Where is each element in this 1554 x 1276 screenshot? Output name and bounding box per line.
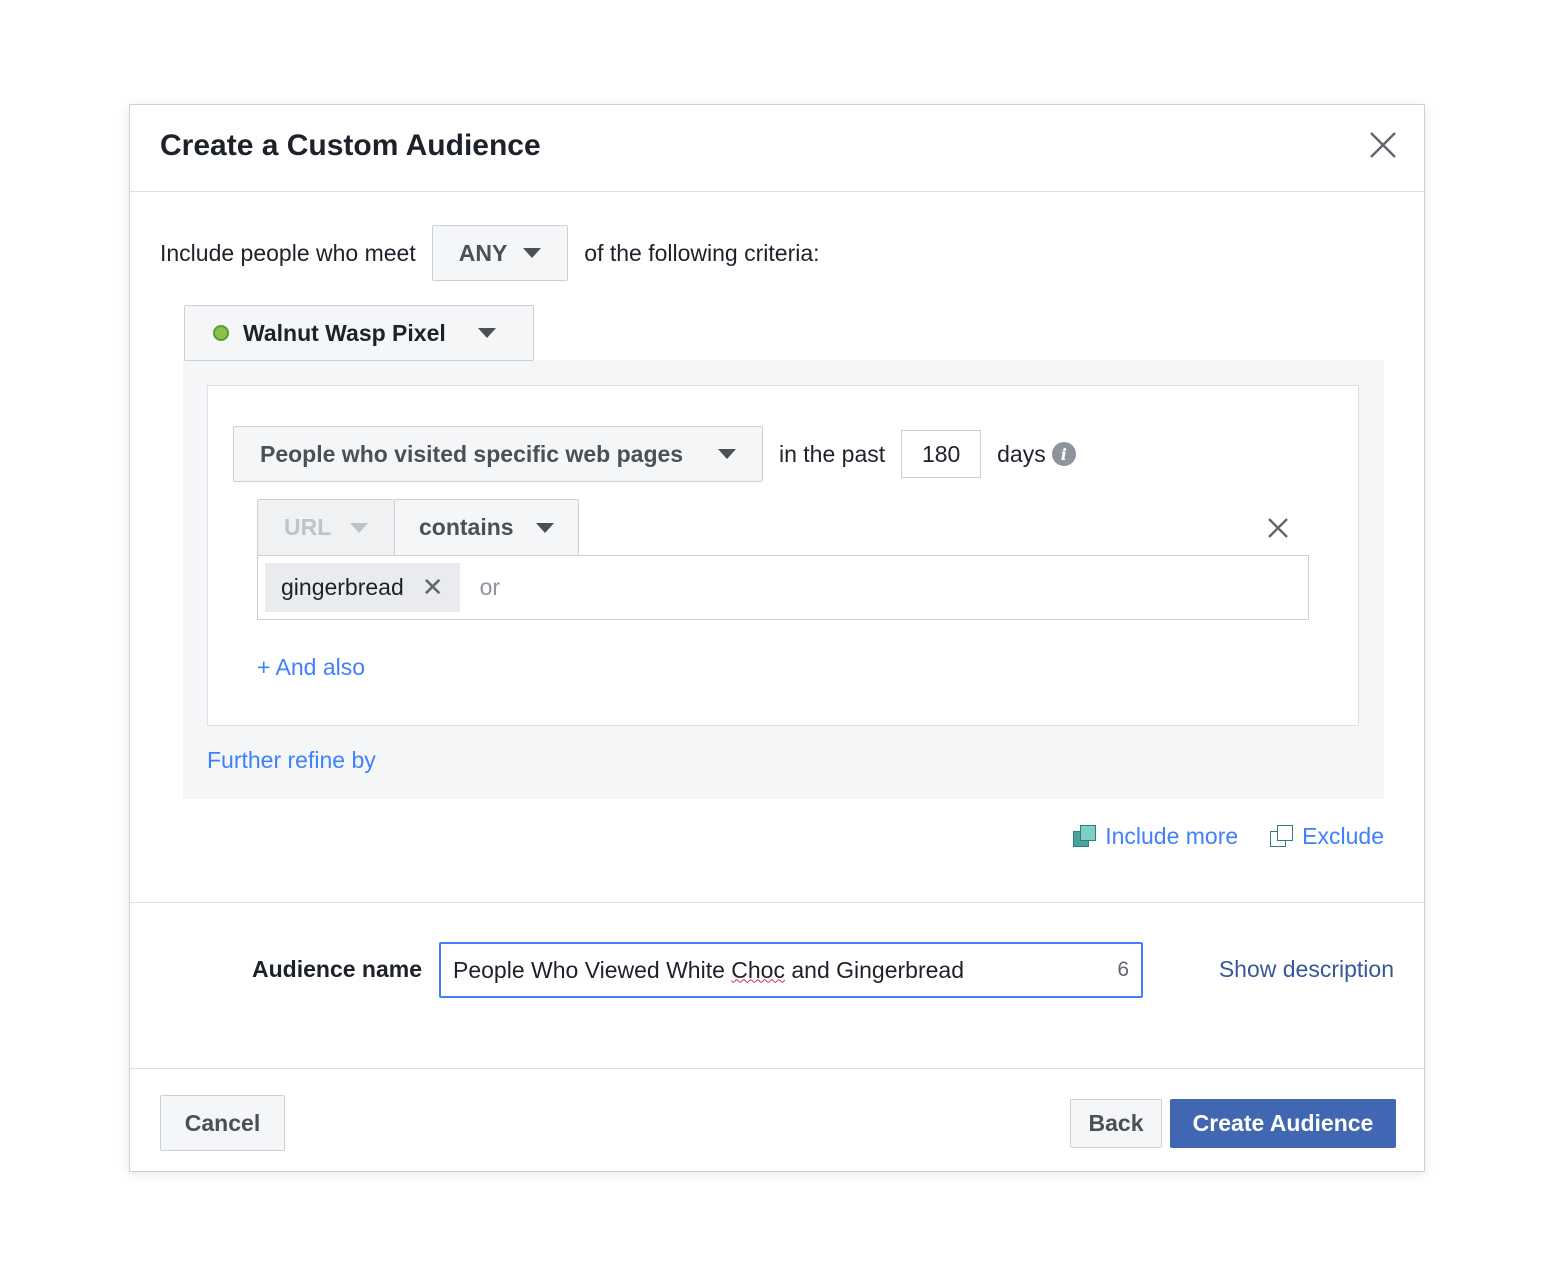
pixel-name: Walnut Wasp Pixel <box>243 319 446 346</box>
audience-name-row: Audience name People Who Viewed White Ch… <box>130 942 1424 998</box>
spellcheck-word: Choc <box>731 956 785 983</box>
visit-type-value: People who visited specific web pages <box>260 440 684 467</box>
further-refine-link[interactable]: Further refine by <box>207 747 376 774</box>
char-count: 6 <box>1117 958 1129 981</box>
url-tag: gingerbread ✕ <box>265 563 460 612</box>
include-exclude-row: Include more Exclude <box>1041 823 1384 850</box>
chevron-down-icon <box>523 248 542 258</box>
audience-name-value: People Who Viewed White Choc and Gingerb… <box>453 957 1117 984</box>
audience-name-text-2: and Gingerbread <box>784 956 964 983</box>
rule-box: People who visited specific web pages in… <box>207 385 1359 726</box>
exclude-link[interactable]: Exclude <box>1270 823 1384 850</box>
or-placeholder: or <box>479 574 501 600</box>
audience-name-label: Audience name <box>252 956 422 982</box>
audience-name-text-1: People Who Viewed White <box>453 956 732 983</box>
remove-rule-close-icon[interactable] <box>1266 516 1290 540</box>
chevron-down-icon <box>536 522 554 533</box>
field-dropdown: URL <box>257 499 394 556</box>
tag-remove-icon[interactable]: ✕ <box>422 572 444 603</box>
criteria-suffix: of the following criteria: <box>584 239 820 266</box>
create-custom-audience-dialog: Create a Custom Audience Include people … <box>129 104 1425 1172</box>
close-icon[interactable] <box>1368 130 1398 160</box>
match-type-value: ANY <box>458 239 508 266</box>
operator-dropdown[interactable]: contains <box>394 499 579 556</box>
divider <box>130 1068 1424 1069</box>
chevron-down-icon <box>718 449 736 459</box>
operator-value: contains <box>419 514 514 540</box>
criteria-prefix: Include people who meet <box>160 239 416 266</box>
url-tag-label: gingerbread <box>281 574 404 600</box>
audience-name-input[interactable]: People Who Viewed White Choc and Gingerb… <box>439 942 1143 998</box>
info-icon[interactable]: i <box>1051 442 1076 466</box>
match-type-dropdown[interactable]: ANY <box>431 225 569 281</box>
visit-row: People who visited specific web pages in… <box>233 426 1076 482</box>
include-squares-icon <box>1073 824 1097 849</box>
exclude-squares-icon <box>1270 824 1294 849</box>
chevron-down-icon <box>350 522 368 533</box>
chevron-down-icon <box>477 328 496 338</box>
url-condition-row: URL contains <box>257 499 579 556</box>
criteria-row: Include people who meet ANY of the follo… <box>160 225 820 281</box>
dialog-title: Create a Custom Audience <box>160 129 541 162</box>
show-description-link[interactable]: Show description <box>1219 956 1394 983</box>
cancel-button[interactable]: Cancel <box>160 1095 285 1151</box>
field-value: URL <box>284 514 332 540</box>
pixel-status-icon <box>213 325 229 341</box>
visit-type-dropdown[interactable]: People who visited specific web pages <box>233 426 763 482</box>
in-the-past-label: in the past <box>779 440 886 467</box>
back-button[interactable]: Back <box>1070 1099 1162 1148</box>
create-audience-button[interactable]: Create Audience <box>1170 1099 1396 1148</box>
dialog-header: Create a Custom Audience <box>130 105 1424 192</box>
rule-panel: People who visited specific web pages in… <box>183 360 1384 799</box>
include-more-label: Include more <box>1105 823 1239 849</box>
days-label: days <box>997 440 1046 467</box>
days-input[interactable] <box>901 430 982 478</box>
exclude-label: Exclude <box>1302 823 1384 849</box>
pixel-dropdown[interactable]: Walnut Wasp Pixel <box>184 305 534 361</box>
include-more-link[interactable]: Include more <box>1073 823 1238 850</box>
and-also-link[interactable]: + And also <box>257 654 365 681</box>
divider <box>130 902 1424 903</box>
url-tag-input[interactable]: gingerbread ✕ or <box>257 555 1309 620</box>
